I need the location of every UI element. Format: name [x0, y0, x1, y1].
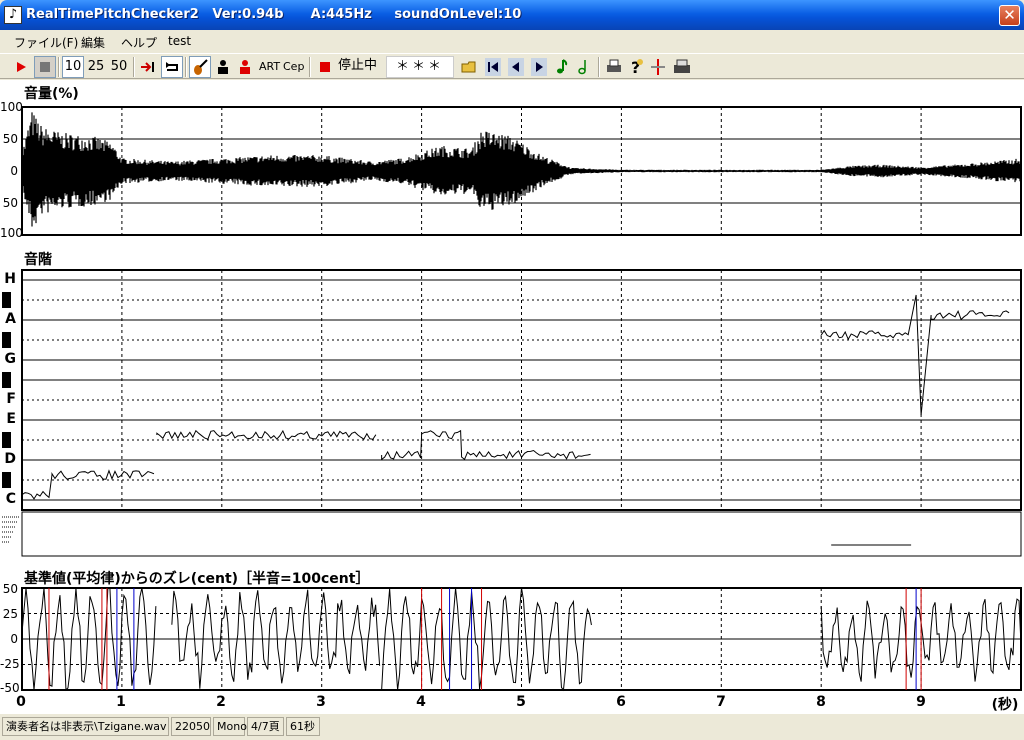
black-key [2, 472, 11, 488]
status-page: 4/7頁 [247, 717, 284, 736]
cursor-button[interactable] [648, 56, 668, 78]
black-key [2, 332, 11, 348]
person-red-button[interactable] [235, 56, 255, 78]
status-channels: Mono [213, 717, 247, 736]
status-duration: 61秒 [286, 717, 320, 736]
printer-button[interactable] [671, 56, 693, 78]
toolbar-separator [58, 57, 60, 77]
skip-first-button[interactable] [483, 56, 503, 78]
black-key [2, 432, 11, 448]
record-stop-button[interactable] [315, 56, 335, 78]
x-axis-unit: (秒) [991, 697, 1019, 713]
person-black-icon [218, 60, 228, 74]
speed-50-button[interactable]: 50 [108, 56, 130, 78]
note-green-button[interactable] [552, 56, 572, 78]
step-forward-button[interactable] [529, 56, 549, 78]
speed-10-button[interactable]: 10 [62, 56, 84, 78]
print-button[interactable] [603, 56, 625, 78]
help-button[interactable]: ? [626, 56, 646, 78]
open-file-button[interactable] [459, 56, 481, 78]
x-tick: 8 [816, 694, 826, 710]
loop-button[interactable] [161, 56, 183, 78]
status-rate: 22050 [171, 717, 211, 736]
menu-edit[interactable]: 編集 [81, 34, 105, 51]
marker-strip-frame [21, 511, 1022, 557]
record-stop-icon [320, 62, 330, 72]
cep-button[interactable]: Cep [282, 56, 304, 78]
status-bar: 演奏者名は非表示\Tzigane.wav 22050 Mono 4/7頁 61秒 [0, 714, 1024, 740]
note-display: ＊＊＊ [386, 56, 454, 78]
x-tick: 6 [616, 694, 626, 710]
play-button[interactable] [10, 56, 32, 78]
black-key [2, 372, 11, 388]
print-icon [607, 59, 621, 72]
menu-file[interactable]: ファイル(F) [14, 34, 78, 51]
status-file: 演奏者名は非表示\Tzigane.wav [2, 717, 169, 736]
loop-icon [166, 62, 178, 71]
chart-area: 音量(%) 音階 基準値(平均律)からのズレ(cent)［半音=100cent］… [0, 80, 1024, 714]
jump-end-button[interactable] [137, 56, 159, 78]
x-tick: 4 [416, 694, 426, 710]
play-status: 停止中 [338, 58, 378, 73]
person-red-icon [240, 60, 250, 74]
cursor-icon [651, 59, 665, 75]
app-icon[interactable]: ♪ [4, 6, 22, 24]
step-back-button[interactable] [506, 56, 526, 78]
step-back-icon [508, 58, 524, 76]
play-icon [17, 62, 26, 72]
menu-test[interactable]: test [168, 34, 191, 48]
skip-first-icon [485, 58, 501, 76]
menu-bar: ファイル(F) 編集 ヘルプ test [0, 30, 1024, 52]
help-icon: ? [631, 58, 643, 77]
x-tick: 1 [116, 694, 126, 710]
x-tick: 9 [916, 694, 926, 710]
x-tick: 0 [16, 694, 26, 710]
x-tick: 2 [216, 694, 226, 710]
x-tick: 3 [316, 694, 326, 710]
close-button[interactable]: ✕ [999, 5, 1020, 26]
menu-help[interactable]: ヘルプ [121, 34, 157, 51]
toolbar-separator [309, 57, 311, 77]
printer-icon [674, 59, 690, 73]
speed-25-button[interactable]: 25 [85, 56, 107, 78]
window-title: RealTimePitchChecker2 Ver:0.94b A:445Hz … [26, 7, 522, 22]
x-tick: 5 [516, 694, 526, 710]
note-green-icon [557, 59, 568, 74]
person-black-button[interactable] [213, 56, 233, 78]
title-bar: ♪ RealTimePitchChecker2 Ver:0.94b A:445H… [0, 0, 1024, 30]
stop-button[interactable] [34, 56, 56, 78]
toolbar: 10 25 50 ART Cep 停止中 ＊＊＊ ? [0, 53, 1024, 79]
stop-icon [40, 62, 50, 72]
step-forward-icon [531, 58, 547, 76]
open-folder-icon [461, 61, 476, 73]
violin-icon [194, 59, 208, 75]
toolbar-separator [598, 57, 600, 77]
black-key [2, 292, 11, 308]
toolbar-separator [185, 57, 187, 77]
note-outline-icon [578, 60, 586, 75]
jump-end-icon [141, 62, 154, 72]
x-tick: 7 [716, 694, 726, 710]
violin-button[interactable] [189, 56, 211, 78]
note-outline-button[interactable] [574, 56, 594, 78]
art-button[interactable]: ART [258, 56, 280, 78]
toolbar-separator [133, 57, 135, 77]
plot-canvas[interactable] [0, 80, 1024, 714]
